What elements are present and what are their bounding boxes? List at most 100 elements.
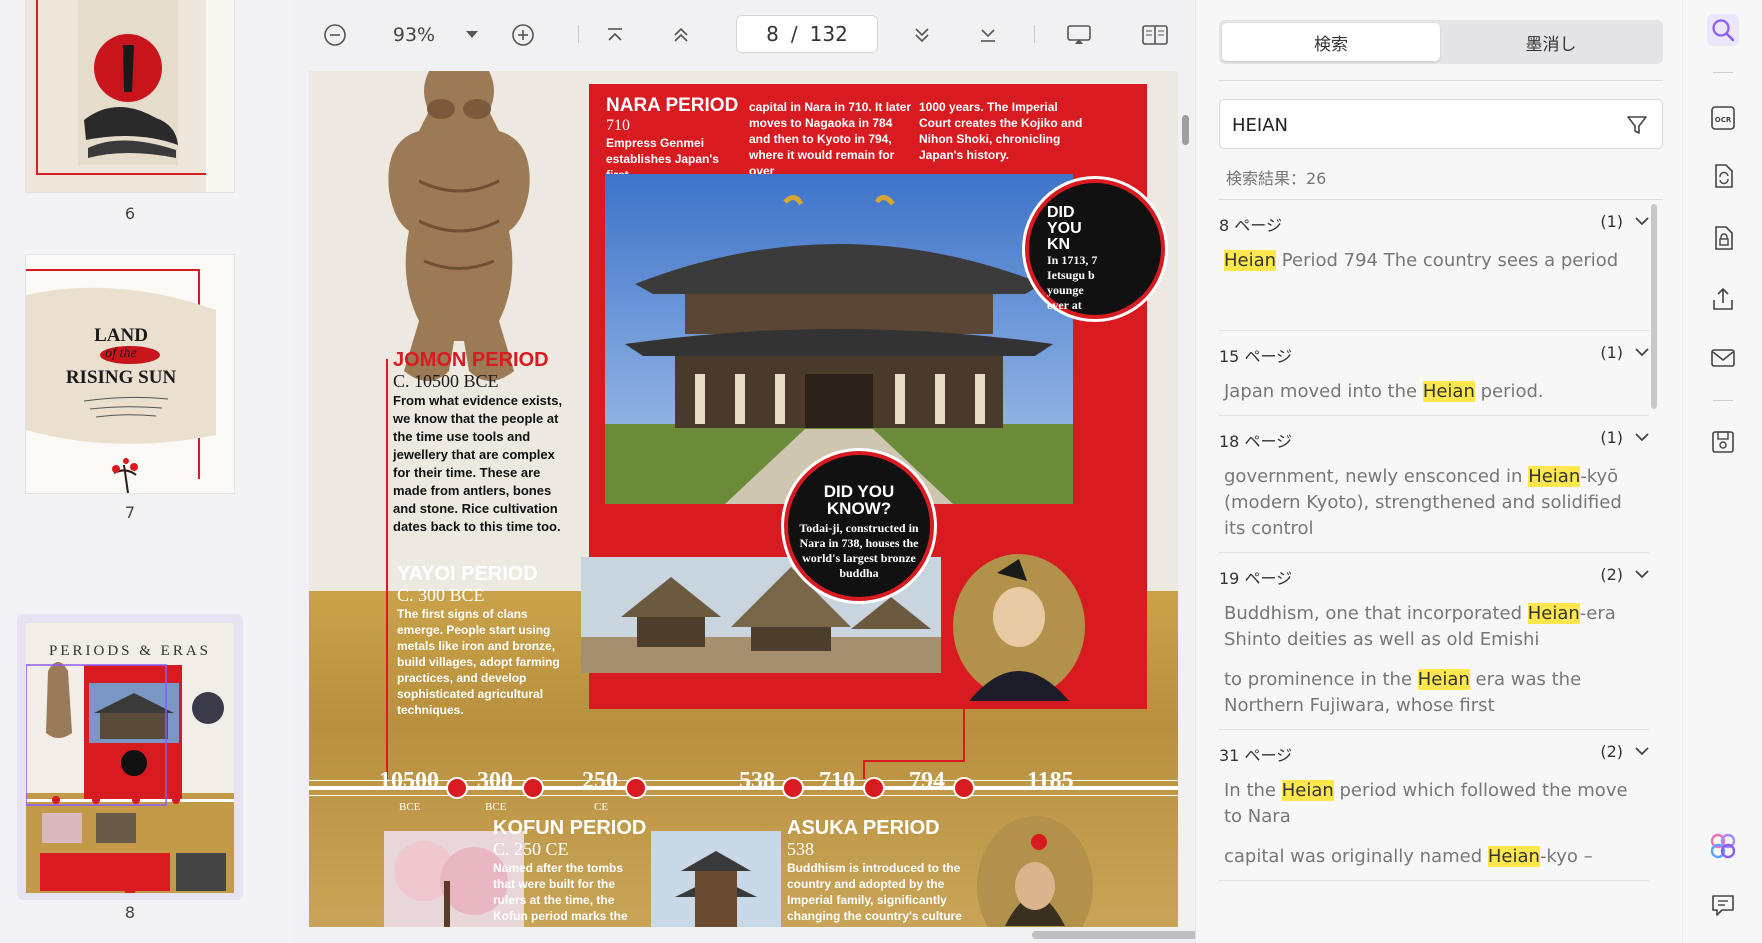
next-page-button[interactable] [905, 18, 939, 52]
zoom-out-icon [324, 24, 346, 46]
yayoi-year: C. 300 BCE [397, 585, 485, 605]
presentation-button[interactable] [1062, 18, 1096, 52]
result-page-label: 19 ページ [1219, 569, 1293, 588]
chevron-down-icon[interactable] [1635, 746, 1649, 756]
zoom-out-button[interactable] [318, 18, 352, 52]
rail-separator [1713, 400, 1733, 401]
thumbnail-page-8[interactable]: PERIODS & ERAS [26, 623, 234, 893]
snippet-text-after: -kyo – [1539, 846, 1593, 867]
result-group: 18 ページ (1) government, newly ensconced in … [1219, 416, 1649, 553]
document-vertical-scrollbar[interactable] [1182, 115, 1189, 145]
result-group-header[interactable]: 18 ページ (1) [1219, 416, 1649, 460]
result-group-header[interactable]: 15 ページ (1) [1219, 331, 1649, 375]
search-highlight: Heian [1417, 669, 1470, 690]
result-snippet[interactable]: to prominence in the Heian era was the N… [1219, 663, 1649, 729]
snippet-text-before: government, newly ensconced in [1224, 466, 1529, 487]
chevron-down-icon[interactable] [1635, 569, 1649, 579]
zoom-in-button[interactable] [506, 18, 540, 52]
result-snippet[interactable]: Japan moved into the Heian period. [1219, 375, 1649, 415]
chevron-down-icon[interactable] [1635, 347, 1649, 357]
last-page-icon [981, 29, 995, 42]
caret-down-icon [466, 31, 478, 38]
thumbnail-label-7: 7 [124, 503, 136, 522]
search-input[interactable] [1232, 111, 1612, 139]
result-snippet[interactable]: Buddhism, one that incorporated Heian-er… [1219, 597, 1649, 663]
chevron-down-icon[interactable] [1635, 432, 1649, 442]
total-pages: 132 [809, 22, 848, 46]
tab-search[interactable]: 検索 [1222, 23, 1440, 61]
first-page-icon [608, 28, 622, 41]
last-page-button[interactable] [971, 18, 1005, 52]
timeline-sub-bce-1: BCE [399, 801, 421, 813]
search-highlight: Heian [1224, 250, 1277, 271]
result-group-header[interactable]: 31 ページ (2) [1219, 730, 1649, 774]
search-highlight: Heian [1487, 846, 1540, 867]
thumbnail-page-6[interactable] [26, 0, 234, 192]
thumbnail-label-6: 6 [124, 204, 136, 223]
result-page-label: 15 ページ [1219, 347, 1293, 366]
comment-button[interactable] [1707, 889, 1739, 921]
result-group-header[interactable]: 19 ページ (2) [1219, 553, 1649, 597]
previous-page-button[interactable] [664, 18, 698, 52]
result-group-header[interactable]: 8 ページ (1) [1219, 200, 1649, 244]
save-button[interactable] [1707, 426, 1739, 458]
kofun-title: KOFUN PERIOD [493, 817, 647, 839]
thumbnail-7-title3: RISING SUN [65, 367, 177, 388]
thumbnail-page-7[interactable]: LAND of the RISING SUN [26, 255, 234, 493]
mail-icon [1711, 349, 1735, 367]
search-result-count: 検索結果：26 [1226, 169, 1327, 188]
dogu-figurine-image [388, 71, 530, 381]
search-tool-button[interactable] [1707, 14, 1739, 46]
ai-assistant-button[interactable] [1707, 830, 1739, 862]
result-snippet[interactable]: government, newly ensconced in Heian-kyō… [1219, 460, 1649, 552]
protect-button[interactable] [1707, 222, 1739, 254]
ocr-button[interactable]: OCR [1707, 102, 1739, 134]
tab-redact[interactable]: 墨消し [1442, 23, 1660, 61]
snippet-text-before: capital was originally named [1224, 846, 1488, 867]
yayoi-body: The first signs of clans emerge. People … [397, 607, 560, 717]
result-page-label: 18 ページ [1219, 432, 1293, 451]
page-number-field[interactable]: 8 / 132 [736, 15, 878, 53]
ocr-icon: OCR [1711, 106, 1735, 130]
comment-icon [1712, 895, 1734, 916]
share-icon [1713, 287, 1733, 310]
nara-text-col2: capital in Nara in 710. It later moves t… [749, 100, 912, 178]
jomon-body: From what evidence exists, we know that … [393, 393, 563, 534]
first-page-button[interactable] [598, 18, 632, 52]
results-scrollbar[interactable] [1651, 204, 1657, 409]
asuka-title: ASUKA PERIOD [787, 817, 940, 839]
kofun-body: Named after the tombs that were built fo… [493, 861, 628, 923]
result-snippet[interactable]: In the Heian period which followed the m… [1219, 774, 1649, 840]
timeline-dot [522, 777, 544, 799]
nara-year: 710 [606, 117, 630, 134]
thumbnail-6-art [26, 0, 234, 192]
convert-button[interactable] [1707, 160, 1739, 192]
zoom-dropdown-button[interactable] [460, 18, 484, 52]
thumbnail-8-title: PERIODS & ERAS [48, 643, 212, 659]
zoom-level[interactable]: 93% [382, 18, 446, 52]
mail-button[interactable] [1707, 342, 1739, 374]
snippet-text-before: In the [1224, 780, 1282, 801]
jomon-year: C. 10500 BCE [393, 371, 499, 391]
viewer-toolbar: 93% 8 / 132 [292, 0, 1195, 70]
result-page-label: 31 ページ [1219, 746, 1293, 765]
document-area: 93% 8 / 132 NARA PERIOD 710 Empress Genm… [292, 0, 1332, 943]
snippet-text-after: period. [1474, 381, 1544, 402]
search-panel: 検索 墨消し 検索結果：26 8 ページ (1) Heian Period 794 … [1195, 0, 1682, 943]
result-snippet[interactable]: capital was originally named Heian-kyo – [1219, 840, 1649, 880]
filter-icon[interactable] [1624, 112, 1650, 138]
reading-mode-button[interactable] [1138, 18, 1172, 52]
share-button[interactable] [1707, 283, 1739, 315]
result-match-count: (1) [1600, 343, 1623, 362]
timeline-label-10500: 10500 [379, 768, 439, 794]
thumbnail-7-title1: LAND [94, 325, 148, 346]
current-page[interactable]: 8 [766, 22, 779, 46]
svg-text:OCR: OCR [1715, 116, 1732, 124]
nara-text-col3: 1000 years. The Imperial Court creates t… [919, 100, 1083, 162]
result-snippet[interactable]: Heian Period 794 The country sees a peri… [1219, 244, 1649, 284]
thumbnail-label-8: 8 [124, 903, 136, 922]
thumbnail-7-title2: of the [105, 346, 137, 361]
did-you-know-title: DID YOU KNOW? [823, 482, 895, 518]
did-you-know-2-body: In 1713, 7 Ietsugu b younge ever at [1047, 253, 1098, 312]
chevron-down-icon[interactable] [1635, 216, 1649, 226]
